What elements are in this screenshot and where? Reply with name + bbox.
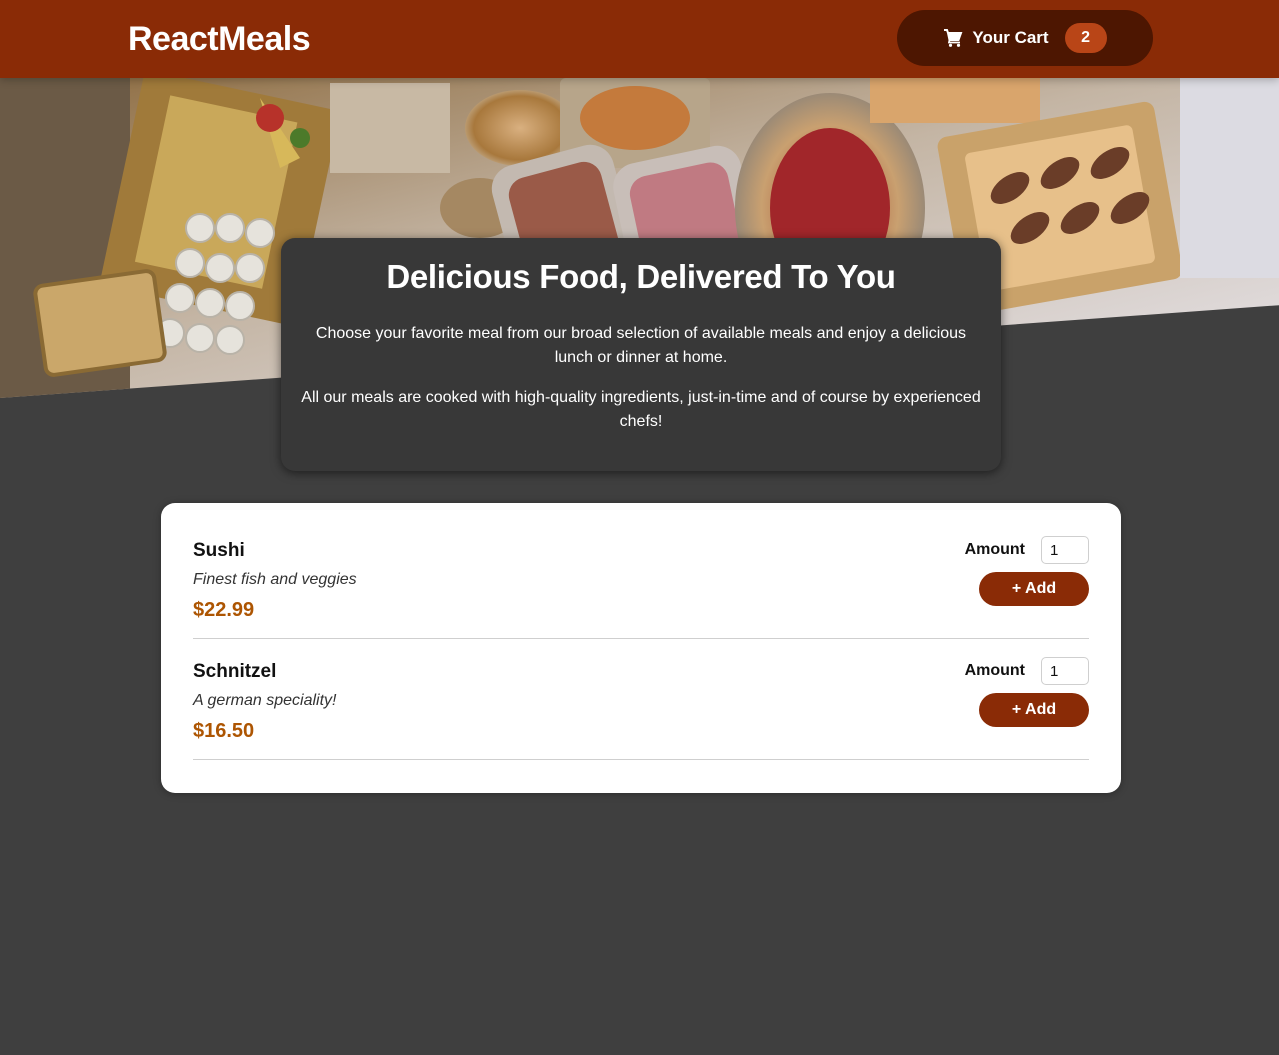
summary-paragraph-1: Choose your favorite meal from our broad… (315, 325, 967, 366)
meal-price: $16.50 (193, 720, 255, 742)
meal-description: Finest fish and veggies (193, 571, 357, 588)
add-to-cart-button[interactable]: + Add (979, 693, 1089, 727)
meal-item-schnitzel: Schnitzel A german speciality! $16.50 Am… (193, 639, 1089, 760)
meal-description: A german speciality! (193, 692, 337, 709)
summary-paragraph-2: All our meals are cooked with high-quali… (301, 389, 981, 430)
add-to-cart-button[interactable]: + Add (979, 572, 1089, 606)
app-logo: ReactMeals (128, 19, 311, 58)
amount-input[interactable] (1041, 536, 1089, 564)
amount-label: Amount (964, 541, 1025, 558)
summary-title: Delicious Food, Delivered To You (386, 258, 896, 295)
meals-summary: Delicious Food, Delivered To You Choose … (281, 238, 1001, 471)
amount-control: Amount (965, 536, 1089, 564)
amount-input[interactable] (1041, 657, 1089, 685)
cart-icon (943, 28, 963, 48)
meal-item-sushi: Sushi Finest fish and veggies $22.99 Amo… (193, 518, 1089, 639)
available-meals: Sushi Finest fish and veggies $22.99 Amo… (161, 503, 1121, 793)
cart-button[interactable]: Your Cart 2 (897, 10, 1153, 66)
meal-price: $22.99 (193, 599, 255, 621)
cart-count-badge: 2 (1064, 23, 1107, 53)
amount-label: Amount (964, 662, 1025, 679)
app-header: ReactMeals Your Cart 2 (0, 0, 1279, 78)
meal-name: Schnitzel (193, 661, 277, 682)
cart-label: Your Cart (972, 28, 1049, 47)
meal-name: Sushi (193, 540, 245, 561)
amount-control: Amount (965, 657, 1089, 685)
